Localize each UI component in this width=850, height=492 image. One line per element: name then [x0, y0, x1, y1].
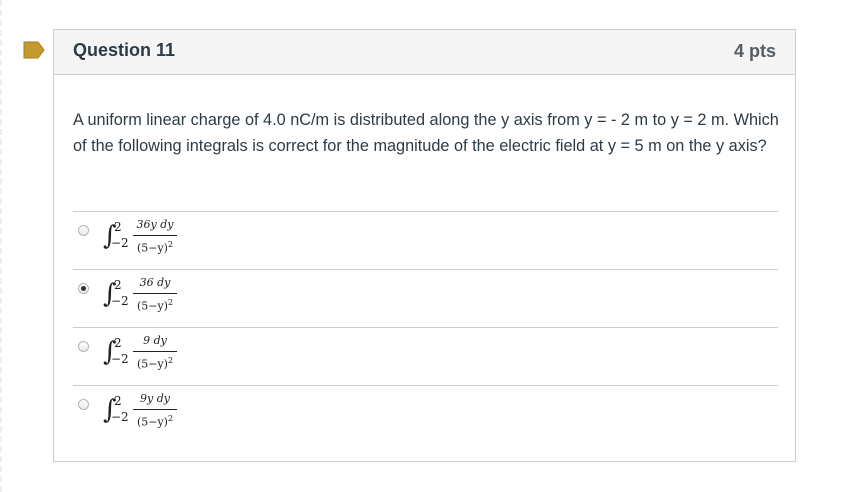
- answer-formula-3: ∫ 2 −2 9 dy (5−y)2: [103, 334, 223, 379]
- answer-formula-4: ∫ 2 −2 9y dy (5−y)2: [103, 392, 223, 437]
- numerator: 36 dy: [139, 276, 171, 289]
- answer-radio-2[interactable]: [78, 283, 89, 294]
- denominator: (5−y): [136, 415, 168, 429]
- question-title: Question 11: [73, 40, 176, 60]
- upper-limit: 2: [114, 394, 122, 408]
- fraction: 36y dy (5−y)2: [133, 218, 177, 256]
- answer-formula-2: ∫ 2 −2 36 dy (5−y)2: [103, 276, 223, 321]
- answer-radio-1[interactable]: [78, 225, 89, 236]
- denominator-wrap: (5−y)2: [133, 296, 177, 314]
- numerator: 36y dy: [136, 218, 174, 231]
- answer-radio-3[interactable]: [78, 341, 89, 352]
- fraction-bar: [133, 351, 177, 352]
- page-edge-decoration: [0, 0, 6, 492]
- denominator-wrap: (5−y)2: [133, 238, 177, 256]
- lower-limit: −2: [111, 352, 129, 366]
- exponent: 2: [167, 298, 174, 307]
- answer-option-2[interactable]: ∫ 2 −2 36 dy (5−y)2: [73, 270, 778, 328]
- answer-option-1[interactable]: ∫ 2 −2 36y dy (5−y)2: [73, 212, 778, 270]
- lower-limit: −2: [111, 236, 129, 250]
- fraction: 36 dy (5−y)2: [133, 276, 177, 314]
- flag-icon[interactable]: [23, 41, 45, 59]
- answer-list: ∫ 2 −2 36y dy (5−y)2 ∫ 2 −2 36 dy (5−y)2…: [73, 211, 778, 443]
- numerator: 9y dy: [140, 392, 170, 405]
- denominator: (5−y): [136, 241, 168, 255]
- answer-radio-4[interactable]: [78, 399, 89, 410]
- question-card: Question 11 4 pts A uniform linear charg…: [53, 29, 796, 462]
- answer-option-3[interactable]: ∫ 2 −2 9 dy (5−y)2: [73, 328, 778, 386]
- question-header: Question 11 4 pts: [54, 30, 795, 75]
- fraction-bar: [133, 235, 177, 236]
- answer-formula-1: ∫ 2 −2 36y dy (5−y)2: [103, 218, 223, 263]
- upper-limit: 2: [114, 220, 122, 234]
- upper-limit: 2: [114, 278, 122, 292]
- exponent: 2: [167, 414, 174, 423]
- answer-option-4[interactable]: ∫ 2 −2 9y dy (5−y)2: [73, 386, 778, 443]
- denominator: (5−y): [136, 357, 168, 371]
- numerator: 9 dy: [143, 334, 167, 347]
- fraction: 9 dy (5−y)2: [133, 334, 177, 372]
- fraction-bar: [133, 293, 177, 294]
- denominator-wrap: (5−y)2: [133, 354, 177, 372]
- question-points: 4 pts: [733, 41, 776, 61]
- exponent: 2: [167, 240, 174, 249]
- upper-limit: 2: [114, 336, 122, 350]
- fraction: 9y dy (5−y)2: [133, 392, 177, 430]
- lower-limit: −2: [111, 294, 129, 308]
- denominator-wrap: (5−y)2: [133, 412, 177, 430]
- exponent: 2: [167, 356, 174, 365]
- lower-limit: −2: [111, 410, 129, 424]
- question-text: A uniform linear charge of 4.0 nC/m is d…: [73, 111, 779, 155]
- denominator: (5−y): [136, 299, 168, 313]
- fraction-bar: [133, 409, 177, 410]
